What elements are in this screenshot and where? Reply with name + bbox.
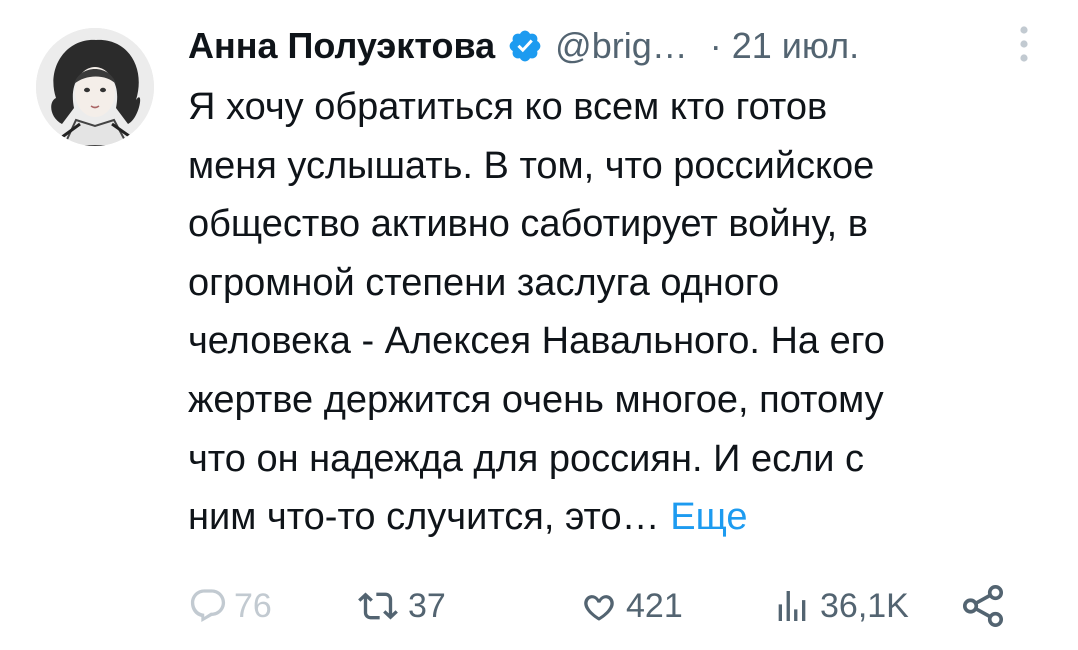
separator-dot: · [709,25,722,66]
views-count: 36,1K [820,586,909,625]
like-button[interactable]: 421 [578,578,683,634]
tweet-header: Анна Полуэктова @brig… · 21 июл. [188,22,859,70]
reply-button[interactable]: 76 [188,578,272,634]
views-button[interactable]: 36,1K [770,578,909,634]
like-count: 421 [626,586,683,625]
retweet-icon [358,592,398,620]
show-more-link[interactable]: Еще [670,496,747,538]
retweet-count: 37 [408,586,446,625]
avatar-illustration [36,28,154,146]
retweet-button[interactable]: 37 [354,578,446,634]
reply-count: 76 [234,586,272,625]
author-name[interactable]: Анна Полуэктова [188,22,495,70]
tweet-date[interactable]: 21 июл. [732,22,859,70]
verified-badge-icon [507,28,543,64]
share-icon [962,585,1004,627]
author-handle[interactable]: @brig… [555,22,688,70]
tweet-text: Я хочу обратиться ко всем кто готов меня… [188,78,1038,547]
tweet-body: Я хочу обратиться ко всем кто готов меня… [188,86,885,539]
share-button[interactable] [960,578,1006,634]
views-icon [778,591,806,621]
like-icon [584,595,614,621]
reply-icon [190,589,226,623]
more-options-icon[interactable] [1012,22,1036,66]
avatar[interactable] [36,28,154,146]
